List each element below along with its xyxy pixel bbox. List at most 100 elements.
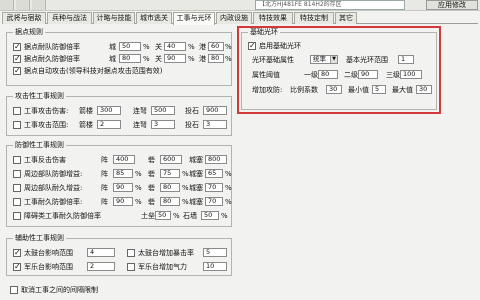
fort-label: 砦 <box>148 170 155 178</box>
fortress-label: 城塞 <box>189 170 203 178</box>
camp-input[interactable]: 90 <box>113 197 133 206</box>
defense-row: 周边部队防御增益: 阵 85 % 砦 75 % 城塞 65 % <box>13 169 232 179</box>
settings-window: 【北方HJ481FE 814H2的存区 应用修改 武将与宿敌 兵种与战法 计略与… <box>0 0 480 300</box>
earthwork-input[interactable]: 50 <box>155 211 171 220</box>
defense-durability-bonus-checkbox[interactable] <box>13 184 21 192</box>
city-input[interactable]: 80 <box>119 54 141 63</box>
tab-skill-custom[interactable]: 特技定制 <box>294 12 334 24</box>
row-label: 军乐台影响范围 <box>24 263 73 271</box>
unit-label: % <box>143 55 150 63</box>
music-range-checkbox[interactable] <box>13 262 21 271</box>
row-label: 障碍类工事耐久防御倍率 <box>24 212 101 220</box>
tab-generals[interactable]: 武将与宿敌 <box>2 12 46 24</box>
cancel-spacing-checkbox[interactable] <box>10 286 18 294</box>
catapult-input[interactable]: 3 <box>203 120 227 129</box>
city-input[interactable]: 50 <box>119 42 141 51</box>
catapult-label: 投石 <box>185 107 199 115</box>
fortress-input[interactable]: 800 <box>205 155 227 164</box>
defense-troop-bonus-checkbox[interactable] <box>13 170 21 178</box>
camp-input[interactable]: 85 <box>113 169 133 178</box>
unit-label: % <box>188 55 195 63</box>
cancel-spacing-label: 取消工事之间的间隔限制 <box>21 286 98 294</box>
fort-label: 砦 <box>148 198 155 206</box>
fort-input[interactable]: 80 <box>160 197 180 206</box>
row-label: 工事反击伤害 <box>24 156 66 164</box>
camp-input[interactable]: 400 <box>113 155 135 164</box>
stone-wall-input[interactable]: 50 <box>201 211 219 220</box>
unit-label: % <box>225 198 232 206</box>
toolbar-button[interactable] <box>32 0 46 10</box>
drum-range-input[interactable]: 4 <box>87 248 115 257</box>
camp-label: 阵 <box>101 198 108 206</box>
row-label: 军乐台增加气力 <box>138 263 187 271</box>
port-input[interactable]: 80 <box>208 54 224 63</box>
toolbar-button[interactable] <box>16 0 30 10</box>
tab-troops[interactable]: 兵种与战法 <box>47 12 92 24</box>
tower-input[interactable]: 300 <box>97 106 121 115</box>
tab-facilities[interactable]: 内政设施 <box>216 12 252 24</box>
fort-label: 砦 <box>148 156 155 164</box>
crossbow-input[interactable]: 500 <box>151 106 175 115</box>
tower-input[interactable]: 2 <box>97 120 121 129</box>
stronghold-troop-def-checkbox[interactable] <box>13 42 21 51</box>
save-file-input[interactable]: 【北方HJ481FE 814H2的存区 <box>255 0 405 10</box>
works-durability-checkbox[interactable] <box>13 198 21 206</box>
group-title: 辅助性工事规则 <box>13 234 66 243</box>
attack-damage-checkbox[interactable] <box>13 107 21 115</box>
stronghold-auto-attack-checkbox[interactable] <box>13 66 21 75</box>
crossbow-label: 连弩 <box>133 107 147 115</box>
music-morale-checkbox[interactable] <box>127 263 135 271</box>
defense-row: 周边部队耐久增益: 阵 90 % 砦 80 % 城塞 70 % <box>13 183 232 193</box>
defense-counter-checkbox[interactable] <box>13 156 21 164</box>
tab-skill-effects[interactable]: 特技效果 <box>253 12 293 24</box>
fort-label: 砦 <box>148 184 155 192</box>
tab-other[interactable]: 其它 <box>335 12 357 24</box>
fort-input[interactable]: 80 <box>160 183 180 192</box>
city-label: 城 <box>109 43 116 51</box>
barrier-durability-checkbox[interactable] <box>13 212 21 220</box>
earthwork-label: 土垒 <box>141 212 155 220</box>
fortress-label: 城塞 <box>189 156 203 164</box>
attack-row: 工事攻击伤害: 箭楼 300 连弩 500 投石 900 <box>13 106 229 116</box>
music-range-input[interactable]: 2 <box>87 262 115 271</box>
apply-button[interactable]: 应用修改 <box>426 0 478 10</box>
tab-tactics[interactable]: 计略与技能 <box>93 12 135 24</box>
unit-label: % <box>135 170 142 178</box>
crossbow-label: 连弩 <box>133 121 147 129</box>
catapult-input[interactable]: 900 <box>203 106 227 115</box>
pass-input[interactable]: 40 <box>164 42 186 51</box>
music-morale-input[interactable]: 10 <box>203 262 227 271</box>
camp-label: 阵 <box>101 170 108 178</box>
toolbar-button[interactable] <box>0 0 14 10</box>
support-row: 太鼓台影响范围 4 太鼓台增加暴击率 5 <box>13 248 229 258</box>
group-title: 防御性工事规则 <box>13 141 66 150</box>
crossbow-input[interactable]: 3 <box>151 120 175 129</box>
stronghold-durability-def-checkbox[interactable] <box>13 54 21 63</box>
drum-crit-checkbox[interactable] <box>127 249 135 257</box>
fortress-input[interactable]: 70 <box>205 197 223 206</box>
pass-input[interactable]: 90 <box>164 54 186 63</box>
fortress-label: 城塞 <box>189 184 203 192</box>
drum-crit-input[interactable]: 5 <box>203 248 227 257</box>
fort-input[interactable]: 75 <box>160 169 180 178</box>
drum-range-checkbox[interactable] <box>13 248 21 257</box>
fortress-input[interactable]: 65 <box>205 169 223 178</box>
stronghold-group: 据点规则 据点耐队防御倍率 城 50 % 关 40 % 港 60 % 据点耐久防… <box>6 28 232 86</box>
port-input[interactable]: 60 <box>208 42 224 51</box>
row-label: 据点自动攻击(领导科技对据点攻击范围有效) <box>24 67 163 75</box>
highlight-frame <box>237 26 441 114</box>
catapult-label: 投石 <box>185 121 199 129</box>
fortress-input[interactable]: 70 <box>205 183 223 192</box>
fortress-label: 城塞 <box>189 198 203 206</box>
defense-works-group: 防御性工事规则 工事反击伤害 阵 400 砦 600 城塞 800 周边部队防御… <box>6 141 232 227</box>
fort-input[interactable]: 600 <box>160 155 182 164</box>
stronghold-row: 据点自动攻击(领导科技对据点攻击范围有效) <box>13 66 229 76</box>
unit-label: % <box>182 198 189 206</box>
tab-works-aura[interactable]: 工事与光环 <box>173 12 215 25</box>
unit-label: % <box>225 43 232 51</box>
city-label: 城 <box>109 55 116 63</box>
camp-input[interactable]: 90 <box>113 183 133 192</box>
attack-range-checkbox[interactable] <box>13 121 21 129</box>
camp-label: 阵 <box>101 184 108 192</box>
tab-city[interactable]: 城市逃关 <box>136 12 172 24</box>
